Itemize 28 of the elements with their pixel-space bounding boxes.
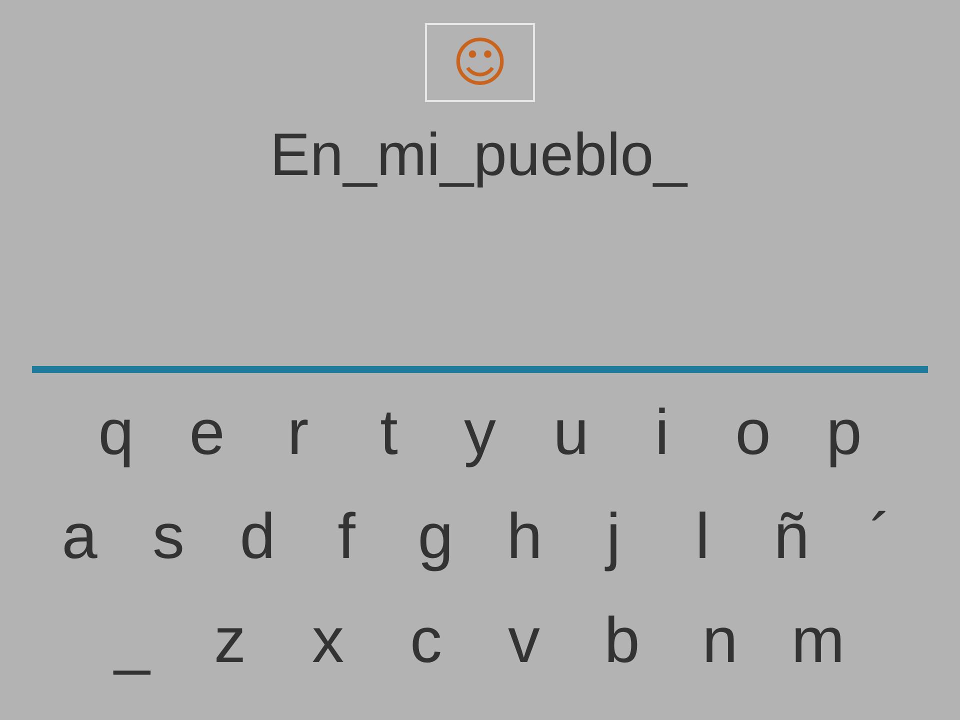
letter-key[interactable]: _ (83, 605, 181, 675)
letter-key[interactable]: ´ (836, 501, 925, 571)
letter-key[interactable]: b (573, 605, 671, 675)
letter-key[interactable]: u (526, 397, 616, 467)
letter-key[interactable]: r (252, 397, 344, 467)
letter-key[interactable]: h (480, 501, 569, 571)
letter-key[interactable]: v (475, 605, 573, 675)
letter-key[interactable]: t (344, 397, 434, 467)
letter-key[interactable]: s (124, 501, 213, 571)
letter-key[interactable]: m (769, 605, 867, 675)
letter-key[interactable]: i (616, 397, 708, 467)
letter-key[interactable]: l (658, 501, 747, 571)
sentence-text: En_mi_pueblo_ (270, 120, 687, 190)
letter-key[interactable]: g (391, 501, 480, 571)
letter-key[interactable]: o (708, 397, 798, 467)
letter-key[interactable]: a (35, 501, 124, 571)
letter-key[interactable]: x (279, 605, 377, 675)
letter-key[interactable]: d (213, 501, 302, 571)
letter-key[interactable]: n (671, 605, 769, 675)
letter-key[interactable]: c (377, 605, 475, 675)
letter-key[interactable]: e (162, 397, 252, 467)
letter-key[interactable]: q (70, 397, 162, 467)
letter-key[interactable]: y (434, 397, 526, 467)
letter-key[interactable]: z (181, 605, 279, 675)
letter-key[interactable]: p (798, 397, 890, 467)
letter-key[interactable]: j (569, 501, 658, 571)
letter-key[interactable]: f (302, 501, 391, 571)
letter-key[interactable]: ñ (747, 501, 836, 571)
